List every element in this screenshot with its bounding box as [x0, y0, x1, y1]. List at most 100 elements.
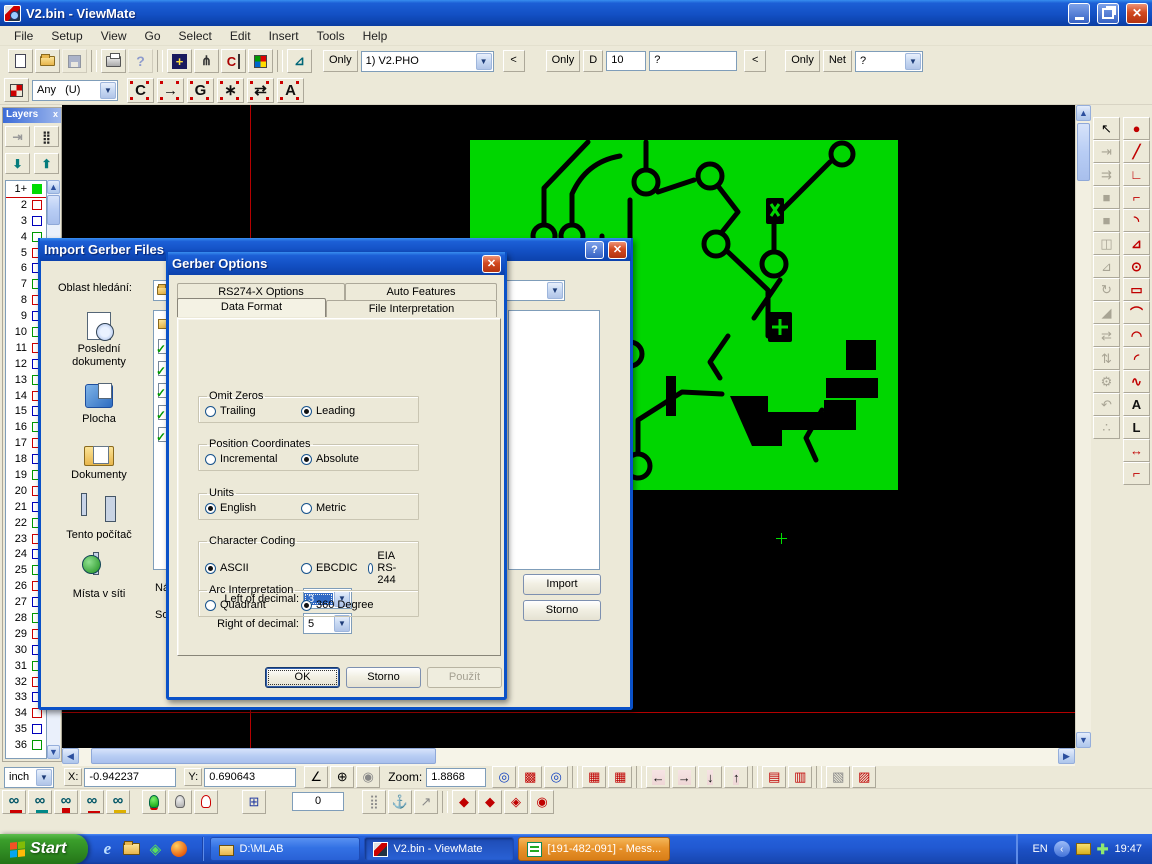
fill-square-button[interactable]: ■: [1093, 186, 1120, 209]
radio-leading[interactable]: Leading: [301, 405, 355, 417]
film-box-button[interactable]: ▦: [582, 766, 606, 788]
measure-button[interactable]: [287, 49, 312, 73]
dcode-list-button[interactable]: [221, 49, 246, 73]
tile-windows-button[interactable]: ⊞: [242, 790, 266, 814]
print-button[interactable]: [101, 49, 126, 73]
chevron-down-icon[interactable]: ▼: [36, 769, 52, 786]
scroll-left-icon[interactable]: ◀: [62, 748, 79, 764]
rectangle-tool-button[interactable]: ▭: [1123, 278, 1150, 301]
text-mode-button[interactable]: A: [277, 78, 304, 103]
menu-help[interactable]: Help: [355, 27, 396, 45]
zoom-window-button[interactable]: ◎: [544, 766, 568, 788]
select-tool-button[interactable]: ↖: [1093, 117, 1120, 140]
pan-up-button[interactable]: ↑: [724, 766, 748, 788]
scale-button[interactable]: ◢: [1093, 301, 1120, 324]
place-documents[interactable]: Dokumenty: [51, 440, 147, 482]
menu-tools[interactable]: Tools: [309, 27, 353, 45]
dialog-close-button[interactable]: ✕: [608, 241, 627, 259]
scroll-right-icon[interactable]: ▶: [1058, 748, 1075, 764]
pad-tool-button[interactable]: ●: [1123, 117, 1150, 140]
dialog-help-button[interactable]: ?: [585, 241, 604, 259]
scroll-up-icon[interactable]: ▲: [1076, 105, 1091, 121]
only-net-button[interactable]: Only: [785, 50, 820, 72]
layer-dock-button[interactable]: ⇥: [5, 126, 30, 147]
step-repeat-button[interactable]: ⇅: [1093, 347, 1120, 370]
layer-color-swatch[interactable]: [32, 184, 42, 194]
flip-button[interactable]: ⊿: [1093, 255, 1120, 278]
anchor-button[interactable]: ⚓: [388, 790, 412, 814]
arc-ccw-tool-button[interactable]: ◜: [1123, 347, 1150, 370]
layer-row-2[interactable]: 2: [6, 197, 46, 213]
hide-icons-chevron[interactable]: ‹: [1054, 841, 1070, 857]
zoom-value[interactable]: 1.8868: [426, 768, 486, 787]
close-button[interactable]: ✕: [1126, 3, 1148, 24]
layer-move-down-button[interactable]: ⬇: [5, 153, 30, 174]
tab-file-interpretation[interactable]: File Interpretation: [326, 300, 497, 317]
tray-app-icon[interactable]: ✚: [1097, 841, 1109, 858]
chord-tool-button[interactable]: ⌒: [1123, 301, 1150, 324]
view-lines-button[interactable]: ∞: [28, 790, 52, 814]
highlight-outline-button[interactable]: [194, 790, 218, 814]
net-filter-select[interactable]: ? ▼: [855, 51, 923, 72]
only-layer-button[interactable]: Only: [323, 50, 358, 72]
place-network-places[interactable]: Místa v síti: [51, 555, 147, 601]
block-square-button[interactable]: ■: [1093, 209, 1120, 232]
canvas-vertical-scrollbar[interactable]: ▲ ▼: [1075, 105, 1091, 748]
minimize-button[interactable]: [1068, 3, 1090, 24]
pan-left-button[interactable]: ←: [646, 766, 670, 788]
rotate-button[interactable]: ↻: [1093, 278, 1120, 301]
menu-go[interactable]: Go: [137, 27, 169, 45]
save-button[interactable]: [62, 49, 87, 73]
origin-button[interactable]: ⊕: [330, 766, 354, 788]
dimension-tool-button[interactable]: ↔: [1123, 439, 1150, 462]
c-aperture-button[interactable]: C: [127, 78, 154, 103]
layer-color-swatch[interactable]: [32, 740, 42, 750]
curve-tool-button[interactable]: ∿: [1123, 370, 1150, 393]
taskbar-item-messenger[interactable]: [191-482-091] - Mess...: [518, 837, 670, 861]
aperture-type-select[interactable]: Any (U) ▼: [32, 80, 118, 101]
zoom-out-grid-button[interactable]: ▤: [762, 766, 786, 788]
layer-row-36[interactable]: 36: [6, 737, 46, 753]
green-app-icon[interactable]: ◈: [146, 840, 164, 858]
radio-360-degree[interactable]: 360 Degree: [301, 599, 374, 611]
scroll-down-icon[interactable]: ▼: [1076, 732, 1091, 748]
taskbar-item-mlab[interactable]: D:\MLAB: [210, 837, 360, 861]
flash-mode-button[interactable]: ◆: [452, 790, 476, 814]
place-recent-documents[interactable]: Poslední dokumenty: [51, 312, 147, 368]
line-tool-button[interactable]: ╱: [1123, 140, 1150, 163]
zoom-tool-button[interactable]: ◎: [492, 766, 516, 788]
reconnect-button[interactable]: ∴: [1093, 416, 1120, 439]
view-sketch-button[interactable]: ∞: [106, 790, 130, 814]
text-tool-button[interactable]: A: [1123, 393, 1150, 416]
folder-shortcut-icon[interactable]: [122, 840, 140, 858]
move-element-button[interactable]: ⇥: [1093, 140, 1120, 163]
open-file-button[interactable]: [35, 49, 60, 73]
dcode-filter-input[interactable]: ?: [649, 51, 737, 71]
layer-row-1[interactable]: 1+: [6, 181, 46, 197]
probe-button[interactable]: ◉: [356, 766, 380, 788]
redraw-button[interactable]: ▦: [608, 766, 632, 788]
chevron-down-icon[interactable]: ▼: [100, 82, 116, 99]
pan-down-button[interactable]: ↓: [698, 766, 722, 788]
layer-file-select[interactable]: 1) V2.PHO ▼: [361, 51, 494, 72]
chevron-down-icon[interactable]: ▼: [334, 615, 350, 632]
language-indicator[interactable]: EN: [1032, 843, 1047, 855]
dcode-input[interactable]: 10: [606, 51, 646, 71]
tab-auto-features[interactable]: Auto Features: [345, 283, 497, 300]
highlight-aperture-button[interactable]: [167, 49, 192, 73]
layer-list-button[interactable]: ⣿: [34, 126, 59, 147]
layers-panel-close-icon[interactable]: x: [53, 109, 58, 122]
ok-button[interactable]: OK: [265, 667, 340, 688]
radio-english[interactable]: English: [205, 502, 291, 514]
radio-ebcdic[interactable]: EBCDIC: [301, 562, 358, 574]
next-item-button[interactable]: →: [157, 78, 184, 103]
menu-insert[interactable]: Insert: [261, 27, 307, 45]
canvas-horizontal-scrollbar[interactable]: ◀ ▶: [62, 748, 1075, 766]
layer-colors-button[interactable]: [248, 49, 273, 73]
zoom-selection-button[interactable]: ▩: [518, 766, 542, 788]
chevron-down-icon[interactable]: ▼: [905, 53, 921, 70]
gear-settings-button[interactable]: ⚙: [1093, 370, 1120, 393]
internet-explorer-icon[interactable]: e: [98, 840, 116, 858]
radio-incremental[interactable]: Incremental: [205, 453, 291, 465]
place-my-computer[interactable]: Tento počítač: [51, 496, 147, 542]
